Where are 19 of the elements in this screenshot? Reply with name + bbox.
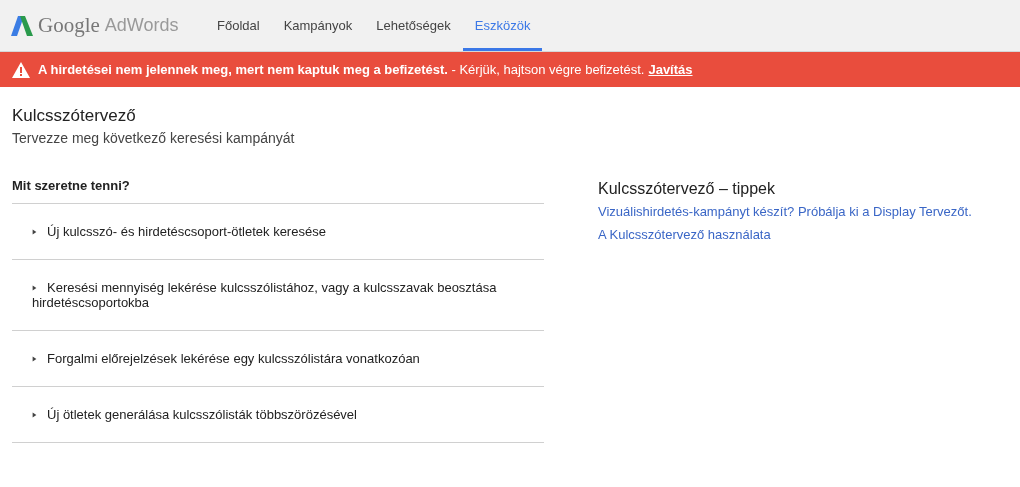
nav-tab[interactable]: Kampányok (271, 3, 365, 51)
alert-message: A hirdetései nem jelennek meg, mert nem kaptuk meg a befizetést. - Kérjük, hajtson végre befizetést. (38, 62, 645, 77)
product-name: AdWords (104, 15, 179, 36)
fix-link[interactable]: Javítás (648, 62, 693, 77)
option-item[interactable]: Keresési mennyiség lekérése kulcsszólistához, vagy a kulcsszavak beosztása hirdetéscsoportokba (32, 280, 544, 310)
option-item[interactable]: Új ötletek generálása kulcsszólisták többszörözésével (32, 407, 544, 422)
tip-link[interactable]: Vizuálishirdetés-kampányt készít? Próbálja ki a Display Tervezőt. (598, 204, 972, 219)
page-title: Kulcsszótervező (12, 106, 137, 126)
nav-tab[interactable]: Főoldal (205, 3, 272, 51)
section-heading: Mit szeretne tenni? (12, 178, 544, 204)
page-subtitle: Tervezze meg következő keresési kampányát (12, 130, 296, 146)
tip-link[interactable]: A Kulcsszótervező használata (598, 227, 972, 242)
option-item[interactable]: Új kulcsszó- és hirdetéscsoport-ötletek keresése (32, 224, 544, 239)
logo-text: Google (38, 13, 100, 38)
nav-tab[interactable]: Lehetőségek (364, 3, 463, 51)
tips-title: Kulcsszótervező – tippek (598, 180, 776, 198)
logo-icon (11, 14, 33, 37)
option-item[interactable]: Forgalmi előrejelzések lekérése egy kulcsszólistára vonatkozóan (32, 351, 544, 366)
warning-icon (12, 61, 30, 78)
